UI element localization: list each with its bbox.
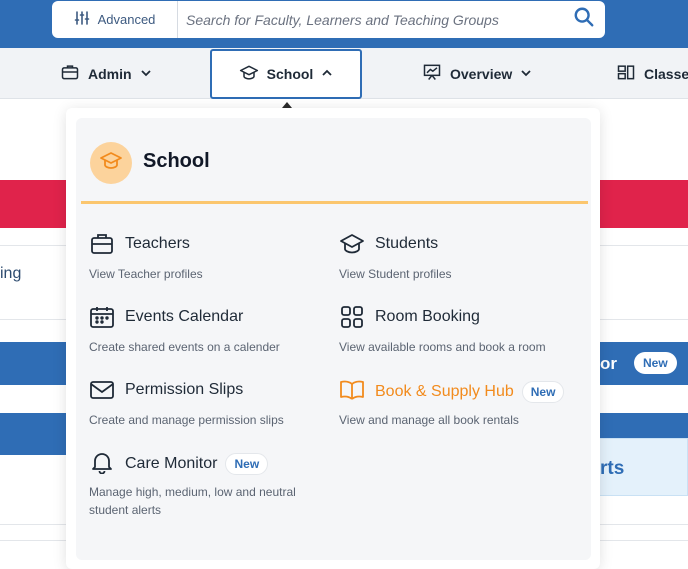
graduation-cap-icon bbox=[99, 149, 123, 178]
menu-item-label-wrap: Care Monitor New bbox=[125, 453, 269, 475]
nav-school[interactable]: School bbox=[210, 49, 362, 99]
menu-item-description: Create and manage permission slips bbox=[89, 413, 284, 427]
menu-item-description: View Teacher profiles bbox=[89, 267, 203, 281]
advanced-search-button[interactable]: Advanced bbox=[52, 1, 178, 38]
background-alerts-text: rts bbox=[600, 458, 625, 479]
menu-item-description: Create shared events on a calender bbox=[89, 340, 280, 354]
sliders-icon bbox=[74, 10, 90, 29]
chevron-up-icon bbox=[321, 66, 333, 82]
envelope-icon bbox=[89, 378, 115, 402]
menu-item-description: View and manage all book rentals bbox=[339, 413, 519, 427]
nav-overview[interactable]: Overview bbox=[422, 48, 532, 99]
calendar-icon bbox=[89, 305, 115, 329]
graduation-cap-icon bbox=[239, 63, 259, 86]
top-bar: Advanced bbox=[0, 0, 688, 48]
menu-item-label: Care Monitor bbox=[125, 455, 218, 473]
dropdown-divider bbox=[81, 201, 588, 204]
open-book-icon bbox=[339, 378, 365, 402]
nav-admin[interactable]: Admin bbox=[60, 48, 152, 99]
background-banner-text: or bbox=[600, 354, 617, 373]
chevron-down-icon bbox=[520, 66, 532, 82]
menu-item-description: View Student profiles bbox=[339, 267, 452, 281]
presentation-chart-icon bbox=[422, 62, 442, 85]
school-header-icon bbox=[90, 142, 132, 184]
background-row-text: ing bbox=[0, 265, 22, 282]
new-badge: New bbox=[225, 453, 269, 475]
menu-item-label: Room Booking bbox=[375, 308, 480, 325]
menu-item-label: Students bbox=[375, 235, 439, 252]
search-bar: Advanced bbox=[52, 1, 605, 38]
bell-icon bbox=[89, 450, 115, 475]
menu-item-description: View available rooms and book a room bbox=[339, 340, 546, 354]
search-icon bbox=[573, 6, 595, 33]
briefcase-icon bbox=[89, 232, 115, 256]
main-nav: Admin School Overview Classes bbox=[0, 48, 688, 99]
nav-classes-label: Classes bbox=[644, 65, 688, 82]
nav-overview-label: Overview bbox=[450, 65, 513, 82]
menu-item-label: Permission Slips bbox=[125, 381, 244, 398]
nav-classes[interactable]: Classes bbox=[616, 48, 688, 99]
chevron-down-icon bbox=[140, 66, 152, 82]
menu-item-label: Teachers bbox=[125, 235, 190, 252]
menu-item-label-wrap: Book & Supply Hub New bbox=[375, 381, 565, 403]
menu-item-label: Events Calendar bbox=[125, 308, 244, 325]
advanced-label: Advanced bbox=[97, 12, 156, 27]
classes-icon bbox=[616, 62, 636, 85]
menu-item-description: Manage high, medium, low and neutral stu… bbox=[89, 485, 296, 517]
background-new-badge: New bbox=[634, 352, 677, 374]
new-badge: New bbox=[521, 381, 565, 403]
briefcase-icon bbox=[60, 62, 80, 85]
nav-admin-label: Admin bbox=[88, 65, 132, 82]
dropdown-title: School bbox=[143, 150, 210, 172]
graduation-cap-icon bbox=[339, 232, 365, 256]
nav-school-label: School bbox=[266, 66, 314, 82]
search-button[interactable] bbox=[563, 1, 605, 38]
menu-item-label: Book & Supply Hub bbox=[375, 383, 514, 401]
search-input[interactable] bbox=[178, 1, 563, 38]
grid-icon bbox=[339, 305, 365, 329]
